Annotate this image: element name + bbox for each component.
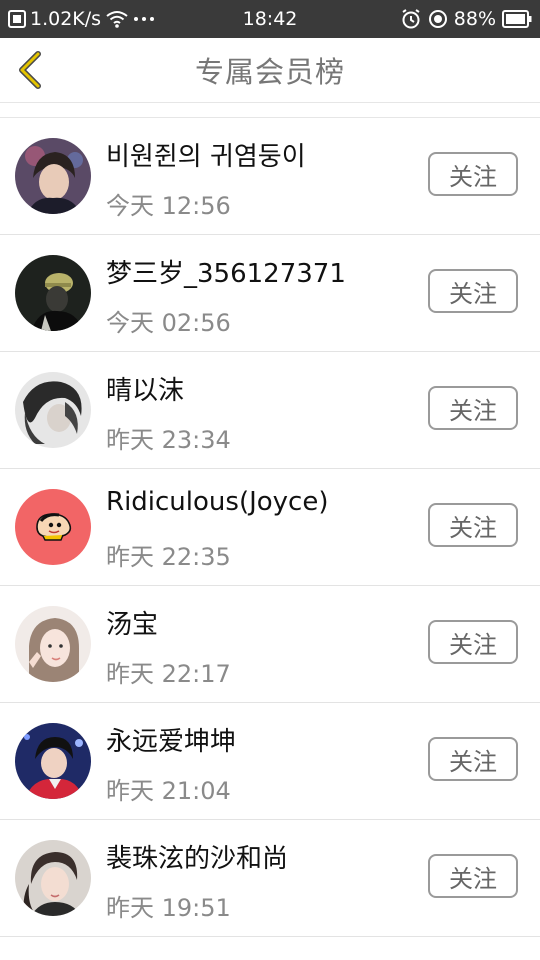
- member-time: 今天 02:56: [106, 309, 231, 337]
- battery-icon: [502, 10, 532, 28]
- member-list: 비원쥔의 귀염둥이 今天 12:56 关注 梦三岁_356127371 今天 0…: [0, 118, 540, 937]
- list-item[interactable]: 汤宝 昨天 22:17 关注: [0, 586, 540, 703]
- battery-percent: 88%: [453, 8, 496, 30]
- member-time: 昨天 22:35: [106, 543, 231, 571]
- member-name: 梦三岁_356127371: [106, 259, 346, 289]
- follow-button[interactable]: 关注: [428, 620, 518, 664]
- list-item[interactable]: 晴以沫 昨天 23:34 关注: [0, 352, 540, 469]
- member-name: 裴珠泫的沙和尚: [106, 844, 289, 874]
- list-item[interactable]: 永远爱坤坤 昨天 21:04 关注: [0, 703, 540, 820]
- avatar[interactable]: [15, 489, 91, 565]
- member-name: 비원쥔의 귀염둥이: [106, 142, 306, 172]
- back-arrow-icon: [19, 51, 41, 89]
- member-time: 昨天 22:17: [106, 660, 231, 688]
- follow-button[interactable]: 关注: [428, 737, 518, 781]
- member-name: 汤宝: [106, 610, 159, 640]
- avatar[interactable]: [15, 606, 91, 682]
- member-name: 晴以沫: [106, 376, 185, 406]
- avatar[interactable]: [15, 840, 91, 916]
- avatar[interactable]: [15, 723, 91, 799]
- back-button[interactable]: [10, 48, 50, 92]
- list-item[interactable]: 梦三岁_356127371 今天 02:56 关注: [0, 235, 540, 352]
- status-bar: 1.02K/s 18:42 88%: [0, 0, 540, 38]
- follow-button[interactable]: 关注: [428, 386, 518, 430]
- follow-button[interactable]: 关注: [428, 854, 518, 898]
- list-item[interactable]: 비원쥔의 귀염둥이 今天 12:56 关注: [0, 118, 540, 235]
- list-item[interactable]: Ridiculous(Joyce) 昨天 22:35 关注: [0, 469, 540, 586]
- member-name: Ridiculous(Joyce): [106, 487, 329, 517]
- member-time: 昨天 21:04: [106, 777, 231, 805]
- follow-button[interactable]: 关注: [428, 152, 518, 196]
- member-name: 永远爱坤坤: [106, 727, 237, 757]
- status-right: 88%: [400, 0, 532, 38]
- avatar[interactable]: [15, 255, 91, 331]
- page-title: 专属会员榜: [194, 55, 345, 89]
- follow-button[interactable]: 关注: [428, 503, 518, 547]
- follow-button[interactable]: 关注: [428, 269, 518, 313]
- member-time: 今天 12:56: [106, 192, 231, 220]
- list-item[interactable]: 裴珠泫的沙和尚 昨天 19:51 关注: [0, 820, 540, 937]
- nav-bar: 专属会员榜: [0, 38, 540, 103]
- data-saver-icon: [428, 9, 448, 29]
- avatar[interactable]: [15, 138, 91, 214]
- member-time: 昨天 19:51: [106, 894, 231, 922]
- alarm-icon: [400, 8, 422, 30]
- list-top-divider: [0, 103, 540, 118]
- avatar[interactable]: [15, 372, 91, 448]
- member-time: 昨天 23:34: [106, 426, 231, 454]
